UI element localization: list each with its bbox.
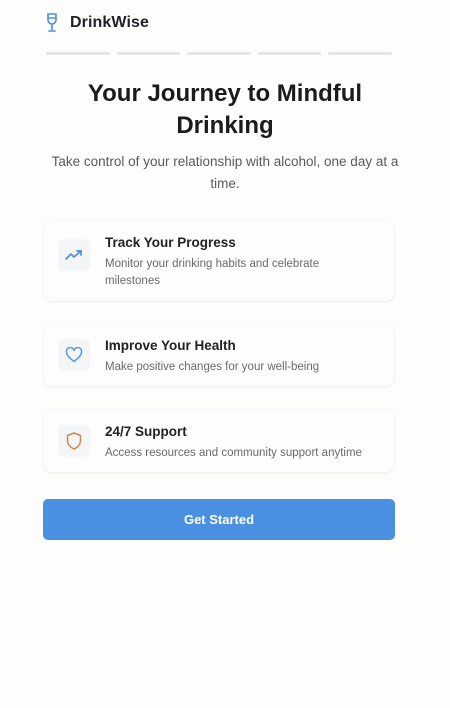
feature-description: Monitor your drinking habits and celebra… (105, 258, 320, 287)
feature-title: Track Your Progress (105, 235, 236, 250)
feature-description: Access resources and community support a… (105, 447, 362, 459)
page-title: Your Journey to Mindful Drinking (87, 80, 363, 139)
get-started-button[interactable]: Get Started (43, 499, 395, 540)
wine-glass-icon (46, 12, 60, 34)
feature-card-improve-health: Improve Your Health Make positive change… (44, 324, 394, 386)
heart-icon (58, 339, 90, 371)
app-name: DrinkWise (70, 14, 150, 31)
progress-step (116, 52, 181, 55)
feature-card-track-progress: Track Your Progress Monitor your drinkin… (44, 221, 394, 301)
progress-step (328, 52, 392, 55)
progress-step (257, 52, 322, 55)
page-subtitle: Take control of your relationship with a… (51, 154, 399, 191)
app-header: DrinkWise (46, 10, 149, 36)
feature-description: Make positive changes for your well-bein… (105, 361, 320, 373)
onboarding-progress (46, 52, 392, 55)
feature-card-support: 24/7 Support Access resources and commun… (44, 410, 394, 472)
feature-title: 24/7 Support (105, 424, 187, 439)
shield-icon (58, 425, 90, 457)
feature-title: Improve Your Health (105, 338, 236, 353)
progress-step (46, 52, 110, 55)
trending-up-icon (58, 239, 90, 271)
progress-step (187, 52, 251, 55)
